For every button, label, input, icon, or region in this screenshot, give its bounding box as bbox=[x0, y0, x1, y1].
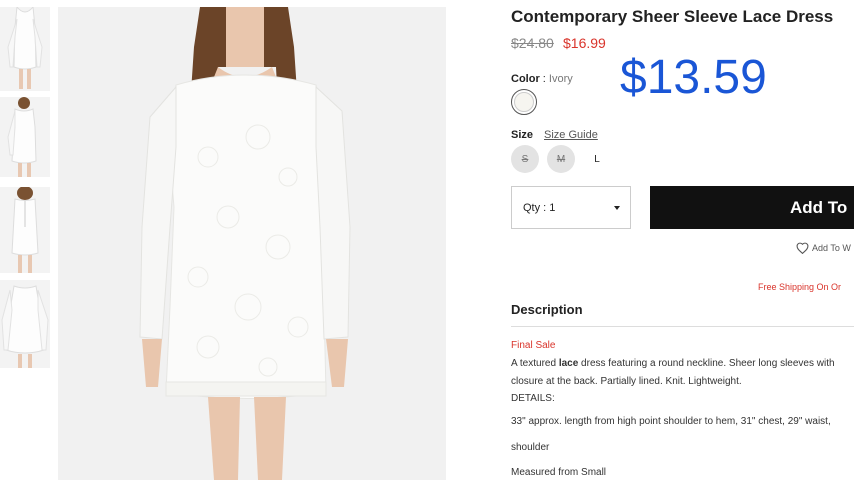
size-option-s[interactable]: S bbox=[511, 145, 539, 173]
final-sale-label: Final Sale bbox=[511, 340, 556, 351]
thumbnail-4[interactable] bbox=[0, 280, 50, 368]
description-line-3: 33" approx. length from high point shoul… bbox=[511, 416, 831, 427]
size-guide-link[interactable]: Size Guide bbox=[544, 129, 598, 141]
description-line-1-bold: lace bbox=[558, 358, 579, 369]
product-title: Contemporary Sheer Sleeve Lace Dress bbox=[511, 7, 834, 26]
free-shipping-link[interactable]: Free Shipping On Or bbox=[758, 282, 841, 292]
description-line-5: Measured from Small bbox=[511, 467, 607, 478]
thumbnail-1[interactable] bbox=[0, 7, 50, 91]
original-price: $24.80 bbox=[511, 35, 554, 51]
color-label-text: Color bbox=[511, 73, 540, 85]
wishlist-label: Add To W bbox=[812, 243, 851, 253]
color-separator: : bbox=[542, 73, 546, 85]
heart-icon bbox=[796, 242, 809, 254]
add-to-bag-button[interactable]: Add To bbox=[650, 186, 854, 229]
chevron-down-icon bbox=[614, 206, 620, 210]
description-line-4: shoulder bbox=[511, 442, 550, 453]
description-line-1-post: dress featuring a round neckline. Sheer … bbox=[578, 358, 835, 369]
sale-price: $16.99 bbox=[563, 35, 606, 51]
quantity-value: Qty : 1 bbox=[523, 201, 556, 214]
main-product-image[interactable] bbox=[58, 7, 446, 480]
divider bbox=[511, 326, 854, 327]
overlay-price: $13.59 bbox=[620, 51, 767, 104]
color-value: Ivory bbox=[548, 73, 573, 85]
thumbnail-2[interactable] bbox=[0, 97, 50, 177]
thumbnail-3[interactable] bbox=[0, 187, 50, 273]
description-line-1: A textured lace dress featuring a round … bbox=[511, 358, 835, 369]
description-line-1-pre: A textured bbox=[511, 358, 559, 369]
description-line-2: closure at the back. Partially lined. Kn… bbox=[511, 376, 742, 387]
color-swatch-ivory[interactable] bbox=[511, 89, 537, 115]
wishlist-link[interactable]: Add To W bbox=[796, 242, 851, 254]
description-heading: Description bbox=[511, 302, 583, 317]
size-label: Size bbox=[511, 129, 534, 141]
color-label: Color : Ivory bbox=[511, 73, 573, 85]
size-option-l[interactable]: L bbox=[583, 145, 611, 173]
quantity-select[interactable]: Qty : 1 bbox=[511, 186, 631, 229]
size-option-m[interactable]: M bbox=[547, 145, 575, 173]
details-label: DETAILS: bbox=[511, 393, 555, 404]
swatch-fill bbox=[514, 92, 534, 112]
